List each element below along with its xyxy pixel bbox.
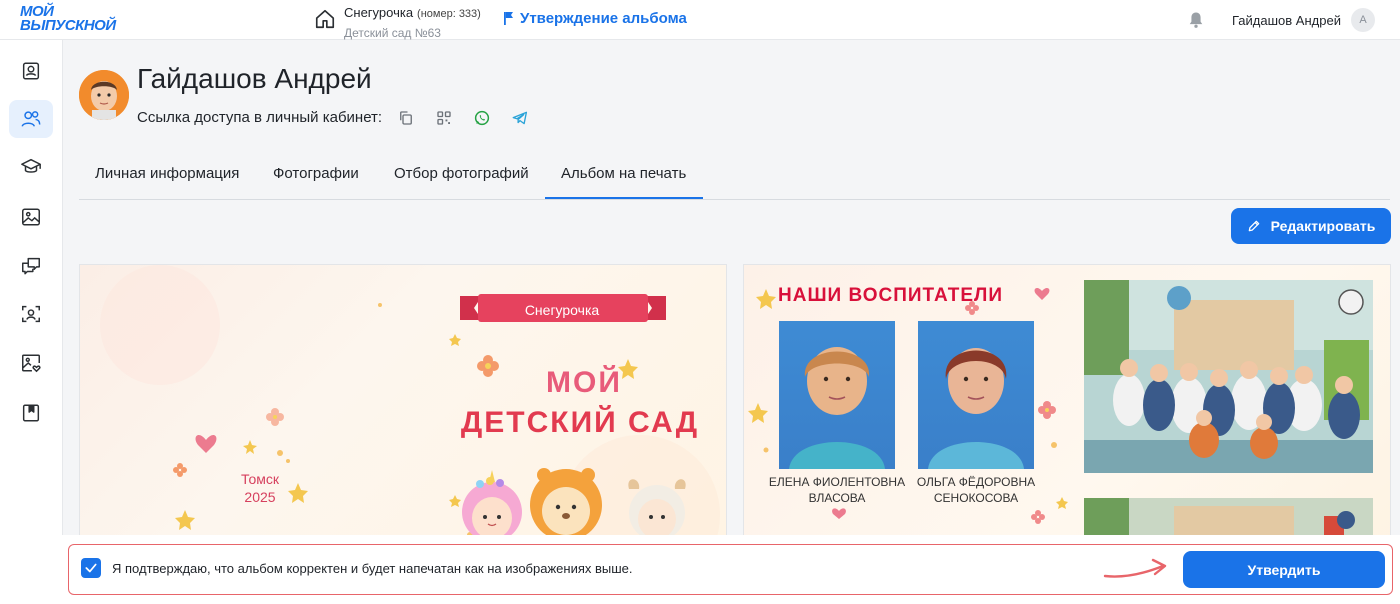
flag-icon: [504, 12, 513, 25]
whatsapp-icon[interactable]: [473, 109, 491, 127]
sidebar-item-favorites[interactable]: [9, 344, 53, 382]
tab-photos[interactable]: Фотографии: [273, 165, 359, 182]
group-number: (номер: 333): [417, 8, 481, 20]
photo-heart-icon: [22, 354, 41, 373]
cover-year: 2025: [244, 489, 276, 505]
confirm-bar: Я подтверждаю, что альбом корректен и бу…: [0, 535, 1400, 604]
edit-button[interactable]: Редактировать: [1231, 208, 1391, 244]
group-selector[interactable]: Снегурочка (номер: 333) Детский сад №63: [344, 4, 481, 40]
teachers-title: НАШИ ВОСПИТАТЕЛИ: [778, 285, 1003, 306]
cover-title-line2: ДЕТСКИЙ САД: [460, 406, 700, 439]
sidebar: [0, 40, 63, 604]
edit-button-label: Редактировать: [1270, 218, 1376, 234]
access-link-label: Ссылка доступа в личный кабинет:: [137, 109, 383, 126]
tab-personal-info[interactable]: Личная информация: [95, 165, 239, 182]
profile-icon: [22, 62, 40, 80]
active-tab-indicator: [545, 197, 703, 199]
home-icon[interactable]: [314, 8, 336, 30]
sidebar-item-users[interactable]: [9, 100, 53, 138]
confirm-text: Я подтверждаю, что альбом корректен и бу…: [112, 561, 633, 576]
child-avatar: [79, 70, 129, 120]
group-photo: [1084, 280, 1373, 473]
profile-tabs: Личная информация Фотографии Отбор фотог…: [79, 153, 1390, 200]
cover-title-line1: МОЙ: [546, 366, 622, 399]
profile-name: Гайдашов Андрей: [137, 63, 372, 94]
kindergarten-name: Детский сад №63: [344, 26, 441, 40]
pencil-icon: [1248, 220, 1259, 232]
arrow-hint-icon: [1103, 558, 1167, 578]
sidebar-item-photos[interactable]: [9, 198, 53, 236]
users-icon: [21, 111, 41, 127]
teacher1-photo: [779, 321, 895, 469]
teacher2-name-line2: СЕНОКОСОВА: [933, 491, 1019, 505]
approve-button[interactable]: Утвердить: [1183, 551, 1385, 588]
sidebar-item-graduation[interactable]: [9, 148, 53, 186]
album-page-cover[interactable]: Снегурочка МОЙ ДЕТСКИЙ САД Томск 2025: [79, 264, 727, 554]
checkmark-icon: [85, 563, 97, 573]
cover-group-name: Снегурочка: [524, 302, 600, 318]
tab-photo-selection[interactable]: Отбор фотографий: [394, 165, 529, 182]
bell-icon[interactable]: [1186, 10, 1206, 30]
tab-print-album[interactable]: Альбом на печать: [561, 165, 686, 182]
teacher2-photo: [918, 321, 1034, 469]
qr-code-icon[interactable]: [435, 109, 453, 127]
album-page-teachers[interactable]: НАШИ ВОСПИТАТЕЛИ ЕЛЕНА ФИОЛЕНТОВНА ВЛАСО…: [743, 264, 1391, 554]
group-name: Снегурочка: [344, 5, 414, 20]
album-approval-link[interactable]: Утверждение альбома: [503, 10, 687, 27]
sidebar-item-face-scan[interactable]: [9, 295, 53, 333]
confirm-checkbox[interactable]: [81, 558, 101, 578]
cover-city: Томск: [241, 471, 279, 487]
teacher2-name-line1: ОЛЬГА ФЁДОРОВНА: [916, 475, 1036, 489]
sidebar-item-album[interactable]: [9, 394, 53, 432]
image-icon: [22, 208, 40, 226]
sidebar-item-chat[interactable]: [9, 247, 53, 285]
face-scan-icon: [22, 305, 40, 323]
teacher1-name-line2: ВЛАСОВА: [808, 491, 866, 505]
user-name[interactable]: Гайдашов Андрей: [1232, 13, 1341, 28]
graduation-cap-icon: [21, 158, 41, 173]
logo-line2: ВЫПУСКНОЙ: [20, 17, 116, 34]
approval-link-label: Утверждение альбома: [520, 10, 687, 27]
top-bar: МОЙ ВЫПУСКНОЙ Снегурочка (номер: 333) Дет…: [0, 0, 1400, 40]
user-avatar[interactable]: А: [1351, 8, 1375, 32]
sidebar-item-profile[interactable]: [9, 52, 53, 90]
chat-icon: [22, 257, 40, 275]
main-content: Гайдашов Андрей Ссылка доступа в личный …: [64, 41, 1400, 604]
telegram-icon[interactable]: [511, 109, 529, 127]
teacher1-name-line1: ЕЛЕНА ФИОЛЕНТОВНА: [768, 475, 906, 489]
bookmark-icon: [22, 404, 40, 422]
confirm-box: Я подтверждаю, что альбом корректен и бу…: [68, 544, 1393, 595]
copy-icon[interactable]: [397, 109, 415, 127]
app-logo[interactable]: МОЙ ВЫПУСКНОЙ: [20, 4, 124, 34]
